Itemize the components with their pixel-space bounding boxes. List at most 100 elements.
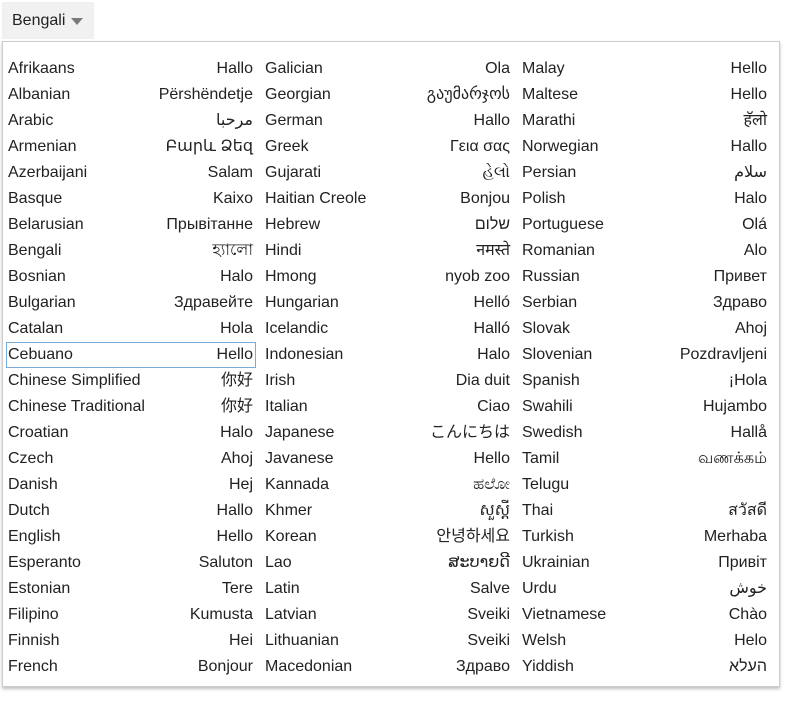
- language-option[interactable]: Hindi नमस्ते: [263, 238, 513, 264]
- language-option[interactable]: Romanian Alo: [520, 238, 770, 264]
- language-greeting: Hej: [228, 476, 253, 493]
- language-name: Swedish: [522, 424, 583, 441]
- language-option[interactable]: Vietnamese Chào: [520, 602, 770, 628]
- language-option[interactable]: Georgian გაუმარჯოს: [263, 82, 513, 108]
- language-name: Latvian: [265, 606, 317, 623]
- language-option[interactable]: Chinese Simplified 你好: [6, 368, 256, 394]
- language-option[interactable]: Japanese こんにちは: [263, 420, 513, 446]
- language-option[interactable]: Lao ສະບາຍດີ: [263, 550, 513, 576]
- language-option[interactable]: Javanese Hello: [263, 446, 513, 472]
- language-option[interactable]: Kannada ಹಲೋ: [263, 472, 513, 498]
- language-option[interactable]: Armenian Բարև Ձեզ: [6, 134, 256, 160]
- language-option[interactable]: English Hello: [6, 524, 256, 550]
- language-name: Chinese Traditional: [8, 398, 145, 415]
- language-name: Bulgarian: [8, 294, 76, 311]
- language-name: Thai: [522, 502, 554, 519]
- language-option[interactable]: Korean 안녕하세요: [263, 524, 513, 550]
- language-option[interactable]: Urdu خوش: [520, 576, 770, 602]
- language-option[interactable]: Malay Hello: [520, 56, 770, 82]
- language-greeting: Здравейте: [174, 294, 253, 311]
- language-option[interactable]: Macedonian Здраво: [263, 654, 513, 680]
- language-option[interactable]: Danish Hej: [6, 472, 256, 498]
- language-name: Catalan: [8, 320, 64, 337]
- language-option[interactable]: Bosnian Halo: [6, 264, 256, 290]
- language-greeting: Chào: [728, 606, 767, 623]
- language-option[interactable]: Czech Ahoj: [6, 446, 256, 472]
- language-option[interactable]: Portuguese Olá: [520, 212, 770, 238]
- language-option[interactable]: Dutch Hallo: [6, 498, 256, 524]
- language-option[interactable]: Esperanto Saluton: [6, 550, 256, 576]
- language-option[interactable]: French Bonjour: [6, 654, 256, 680]
- language-option[interactable]: Belarusian Прывітанне: [6, 212, 256, 238]
- language-option[interactable]: Galician Ola: [263, 56, 513, 82]
- language-option[interactable]: Spanish ¡Hola: [520, 368, 770, 394]
- language-option[interactable]: Persian سلام: [520, 160, 770, 186]
- language-option[interactable]: Cebuano Hello: [6, 342, 256, 368]
- language-option[interactable]: Estonian Tere: [6, 576, 256, 602]
- language-option[interactable]: Yiddish העלא: [520, 654, 770, 680]
- language-option[interactable]: Gujarati હેલો: [263, 160, 513, 186]
- language-option[interactable]: Finnish Hei: [6, 628, 256, 654]
- language-option[interactable]: Polish Halo: [520, 186, 770, 212]
- language-option[interactable]: Thai สวัสดี: [520, 498, 770, 524]
- language-option[interactable]: Slovak Ahoj: [520, 316, 770, 342]
- language-name: Czech: [8, 450, 54, 467]
- language-greeting: Hello: [216, 528, 253, 545]
- language-option[interactable]: Latvian Sveiki: [263, 602, 513, 628]
- language-option[interactable]: Ukrainian Привіт: [520, 550, 770, 576]
- language-name: Serbian: [522, 294, 578, 311]
- language-greeting: হ্যালো: [212, 242, 253, 259]
- language-option[interactable]: Chinese Traditional 你好: [6, 394, 256, 420]
- language-name: Albanian: [8, 86, 71, 103]
- language-option[interactable]: Marathi हॅलो: [520, 108, 770, 134]
- language-option[interactable]: Irish Dia duit: [263, 368, 513, 394]
- language-greeting: こんにちは: [429, 424, 510, 441]
- language-option[interactable]: Bengali হ্যালো: [6, 238, 256, 264]
- language-option[interactable]: Bulgarian Здравейте: [6, 290, 256, 316]
- language-greeting: Sveiki: [467, 632, 510, 649]
- language-option[interactable]: Tamil வணக்கம்: [520, 446, 770, 472]
- language-option[interactable]: German Hallo: [263, 108, 513, 134]
- language-name: Azerbaijani: [8, 164, 88, 181]
- language-option[interactable]: Icelandic Halló: [263, 316, 513, 342]
- language-option[interactable]: Basque Kaixo: [6, 186, 256, 212]
- language-name: Galician: [265, 60, 323, 77]
- language-option[interactable]: Arabic مرحبا: [6, 108, 256, 134]
- language-greeting: Прывітанне: [166, 216, 253, 233]
- language-option[interactable]: Khmer សួស្តី: [263, 498, 513, 524]
- language-name: Kannada: [265, 476, 330, 493]
- language-option[interactable]: Hebrew שלום: [263, 212, 513, 238]
- language-name: Esperanto: [8, 554, 81, 571]
- language-option[interactable]: Serbian Здраво: [520, 290, 770, 316]
- language-name: Norwegian: [522, 138, 599, 155]
- language-column: Malay Hello Maltese Hello Marathi हॅलो Norwegi…: [520, 56, 777, 680]
- language-option[interactable]: Russian Привет: [520, 264, 770, 290]
- language-option[interactable]: Swedish Hallå: [520, 420, 770, 446]
- language-option[interactable]: Albanian Përshëndetje: [6, 82, 256, 108]
- language-option[interactable]: Hmong nyob zoo: [263, 264, 513, 290]
- language-option[interactable]: Welsh Helo: [520, 628, 770, 654]
- language-option[interactable]: Slovenian Pozdravljeni: [520, 342, 770, 368]
- language-option[interactable]: Filipino Kumusta: [6, 602, 256, 628]
- language-column: Galician Ola Georgian გაუმარჯოს German Hallo G…: [263, 56, 520, 680]
- language-option[interactable]: Norwegian Hallo: [520, 134, 770, 160]
- language-option[interactable]: Telugu: [520, 472, 770, 498]
- language-option[interactable]: Latin Salve: [263, 576, 513, 602]
- language-greeting: Halo: [220, 424, 253, 441]
- language-option[interactable]: Swahili Hujambo: [520, 394, 770, 420]
- language-option[interactable]: Hungarian Helló: [263, 290, 513, 316]
- language-option[interactable]: Italian Ciao: [263, 394, 513, 420]
- language-option[interactable]: Lithuanian Sveiki: [263, 628, 513, 654]
- language-option[interactable]: Turkish Merhaba: [520, 524, 770, 550]
- language-option[interactable]: Croatian Halo: [6, 420, 256, 446]
- language-dropdown-button[interactable]: Bengali: [2, 2, 94, 39]
- language-option[interactable]: Haitian Creole Bonjou: [263, 186, 513, 212]
- language-option[interactable]: Indonesian Halo: [263, 342, 513, 368]
- language-option[interactable]: Maltese Hello: [520, 82, 770, 108]
- language-name: Malay: [522, 60, 565, 77]
- language-name: Korean: [265, 528, 317, 545]
- language-option[interactable]: Catalan Hola: [6, 316, 256, 342]
- language-option[interactable]: Greek Γεια σας: [263, 134, 513, 160]
- language-option[interactable]: Azerbaijani Salam: [6, 160, 256, 186]
- language-option[interactable]: Afrikaans Hallo: [6, 56, 256, 82]
